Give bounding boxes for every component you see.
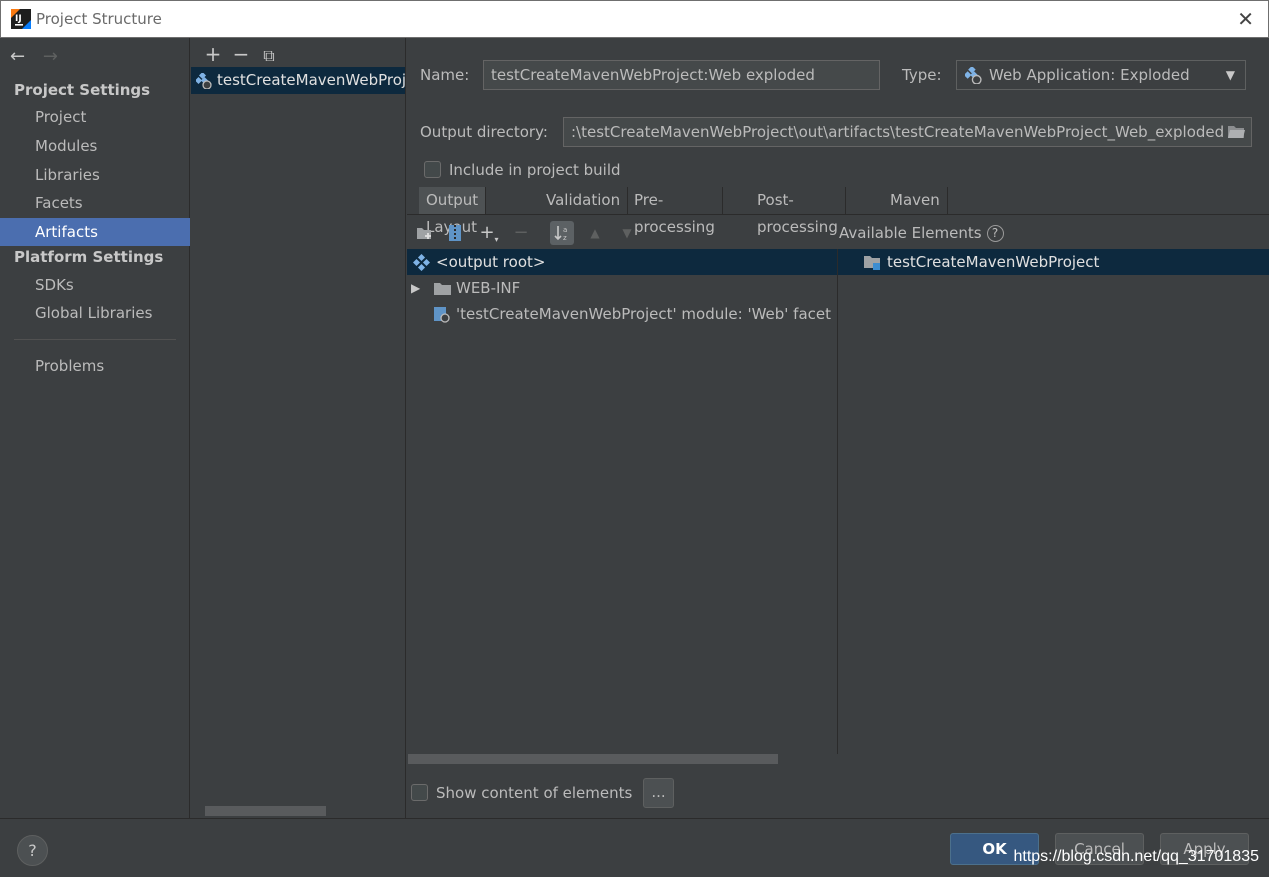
name-label: Name: — [420, 66, 470, 84]
nav-item-global-libraries[interactable]: Global Libraries — [0, 299, 190, 327]
close-icon[interactable]: ✕ — [1237, 7, 1254, 31]
show-content-label: Show content of elements — [436, 784, 633, 802]
available-elements-label: Available Elements — [839, 224, 982, 242]
tree-row-label: <output root> — [436, 253, 546, 271]
module-icon — [864, 256, 880, 270]
nav-item-modules[interactable]: Modules — [0, 132, 190, 160]
type-value: Web Application: Exploded — [989, 66, 1190, 84]
title-bar: IJ Project Structure ✕ — [0, 0, 1269, 38]
nav-item-libraries[interactable]: Libraries — [0, 161, 190, 189]
artifact-editor: Name: testCreateMavenWebProject:Web expl… — [407, 38, 1269, 818]
tree-row-label: WEB-INF — [456, 279, 521, 297]
layout-toolbar: +▾ − az ▲ ▼ Available Elements? — [407, 218, 1269, 248]
nav-item-problems[interactable]: Problems — [0, 352, 190, 380]
add-artifact-icon[interactable]: + — [199, 42, 227, 66]
dialog-button-bar: ? OK Cancel Apply https://blog.csdn.net/… — [0, 818, 1269, 877]
folder-icon — [434, 283, 451, 295]
section-project-settings: Project Settings — [14, 81, 151, 99]
remove-artifact-icon[interactable]: − — [227, 42, 255, 66]
tab-validation[interactable]: Validation — [539, 187, 629, 214]
available-row-label: testCreateMavenWebProject — [887, 253, 1100, 271]
watermark-text: https://blog.csdn.net/qq_31701835 — [1013, 848, 1259, 865]
tab-maven[interactable]: Maven — [883, 187, 948, 214]
back-arrow-icon[interactable]: ← — [10, 46, 25, 67]
archive-icon[interactable] — [443, 221, 467, 245]
show-content-options-button[interactable]: ... — [643, 778, 674, 808]
svg-text:z: z — [563, 234, 567, 242]
type-label: Type: — [902, 66, 942, 84]
include-in-build-checkbox[interactable] — [424, 161, 441, 178]
nav-item-sdks[interactable]: SDKs — [0, 271, 190, 299]
name-field[interactable]: testCreateMavenWebProject:Web exploded — [483, 60, 880, 90]
sort-alphabetically-icon[interactable]: az — [550, 221, 574, 245]
output-layout-tree: <output root> ▶ WEB-INF 'testCreateMaven… — [407, 249, 1269, 754]
tree-horizontal-scrollbar[interactable] — [408, 754, 778, 764]
tree-splitter[interactable] — [837, 249, 838, 754]
nav-separator — [14, 339, 176, 340]
available-elements-header: Available Elements? — [839, 224, 1004, 242]
dropdown-arrow-icon: ▼ — [1225, 68, 1235, 82]
show-content-checkbox[interactable] — [411, 784, 428, 801]
intellij-app-icon: IJ — [11, 9, 31, 29]
nav-item-facets[interactable]: Facets — [0, 189, 190, 217]
tab-post-processing[interactable]: Post-processing — [750, 187, 846, 236]
web-facet-icon — [434, 307, 450, 323]
output-directory-label: Output directory: — [420, 123, 548, 141]
help-button[interactable]: ? — [17, 835, 48, 866]
nav-item-artifacts[interactable]: Artifacts — [0, 218, 190, 246]
browse-folder-icon[interactable] — [1227, 124, 1245, 139]
section-platform-settings: Platform Settings — [14, 248, 164, 266]
web-artifact-icon — [965, 67, 982, 84]
tab-pre-processing[interactable]: Pre-processing — [627, 187, 723, 236]
remove-element-icon[interactable]: − — [509, 221, 533, 245]
help-icon[interactable]: ? — [986, 225, 1004, 242]
output-directory-value: :\testCreateMavenWebProject\out\artifact… — [571, 123, 1225, 141]
settings-nav: ← → Project Settings Project Modules Lib… — [0, 38, 190, 818]
artifact-list-item[interactable]: testCreateMavenWebProject:Web exploded — [191, 67, 405, 94]
history-arrows: ← → — [10, 46, 58, 67]
artifacts-list-panel: +−⧉ testCreateMavenWebProject:Web explod… — [191, 38, 406, 818]
move-up-icon[interactable]: ▲ — [583, 221, 607, 245]
copy-artifact-icon[interactable]: ⧉ — [255, 46, 283, 66]
output-root-icon — [413, 254, 430, 271]
nav-item-project[interactable]: Project — [0, 103, 190, 131]
tree-row-facet-resources[interactable]: 'testCreateMavenWebProject' module: 'Web… — [433, 301, 837, 327]
artifact-list-item-label: testCreateMavenWebProject:Web exploded — [217, 71, 405, 89]
svg-text:IJ: IJ — [15, 14, 22, 24]
move-down-icon[interactable]: ▼ — [615, 221, 639, 245]
tree-row-label: 'testCreateMavenWebProject' module: 'Web… — [456, 305, 837, 323]
forward-arrow-icon[interactable]: → — [43, 46, 58, 67]
output-directory-field[interactable]: :\testCreateMavenWebProject\out\artifact… — [563, 117, 1252, 147]
window-title: Project Structure — [36, 10, 162, 28]
tree-row-web-inf[interactable]: ▶ WEB-INF — [411, 275, 831, 301]
add-element-icon[interactable]: +▾ — [477, 221, 501, 245]
type-combobox[interactable]: Web Application: Exploded ▼ — [956, 60, 1246, 90]
svg-text:a: a — [563, 226, 567, 234]
tab-output-layout[interactable]: Output Layout — [419, 187, 487, 236]
tabs-divider — [407, 214, 1269, 215]
artifacts-toolbar: + − ⧉ — [199, 42, 283, 66]
artifacts-list-scrollbar[interactable] — [205, 806, 326, 816]
expand-arrow-icon[interactable]: ▶ — [411, 275, 420, 301]
new-directory-icon[interactable] — [413, 221, 437, 245]
web-artifact-icon — [196, 73, 212, 89]
include-in-build-label: Include in project build — [449, 161, 621, 179]
